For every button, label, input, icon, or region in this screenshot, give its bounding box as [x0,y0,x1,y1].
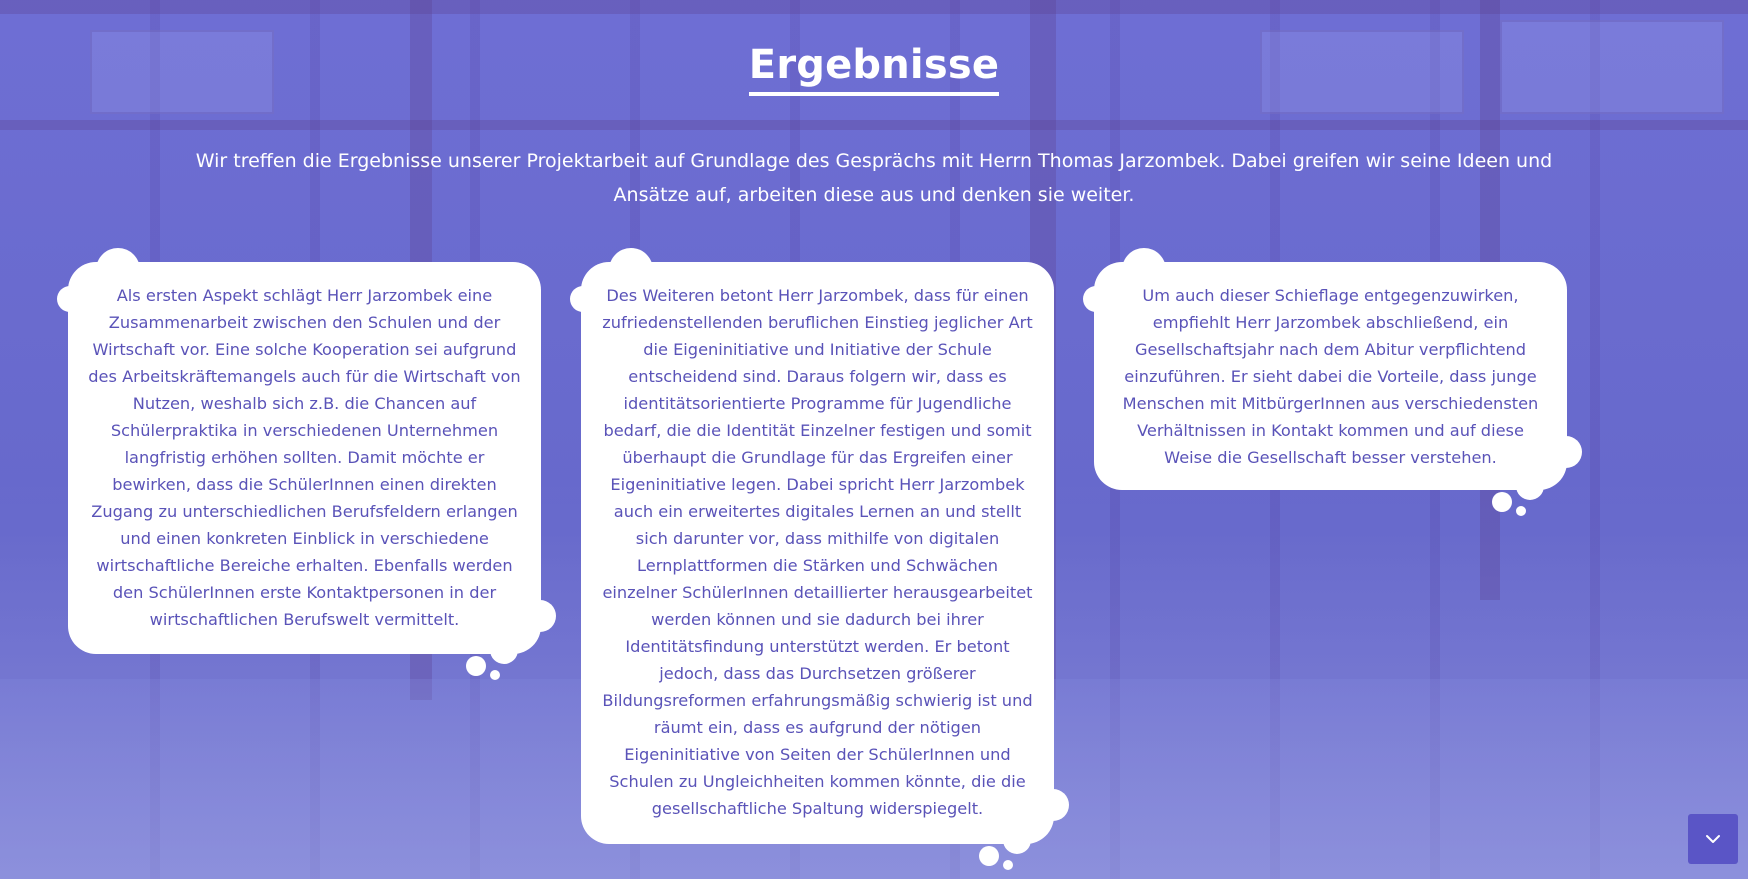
result-bubble-text: Als ersten Aspekt schlägt Herr Jarzombek… [88,286,521,629]
chevron-down-icon [1706,835,1720,843]
result-bubble-1: Als ersten Aspekt schlägt Herr Jarzombek… [68,262,541,654]
scroll-down-button[interactable] [1688,814,1738,864]
bubble-decor-dot [979,846,999,866]
bubble-decor-dot [1492,492,1512,512]
section-title-text: Ergebnisse [748,42,1000,96]
bubble-decor-dot [490,636,518,664]
result-bubble-text: Um auch dieser Schieflage entgegenzuwirk… [1122,286,1539,467]
result-bubble-2: Des Weiteren betont Herr Jarzombek, dass… [581,262,1054,844]
bubble-decor-dot [490,670,500,680]
bubble-decor-dot [1037,789,1069,821]
bubble-decor-dot [1550,436,1582,468]
bubble-decor-dot [1003,860,1013,870]
bubble-decor-dot [524,600,556,632]
result-bubble-text: Des Weiteren betont Herr Jarzombek, dass… [602,286,1033,818]
section-title: Ergebnisse [0,42,1748,96]
intro-text: Wir treffen die Ergebnisse unserer Proje… [195,150,1553,206]
bubble-decor-dot [1003,826,1031,854]
result-bubble-3: Um auch dieser Schieflage entgegenzuwirk… [1094,262,1567,490]
bubble-decor-dot [1516,472,1544,500]
bubble-decor-dot [1516,506,1526,516]
bubble-decor-dot [466,656,486,676]
